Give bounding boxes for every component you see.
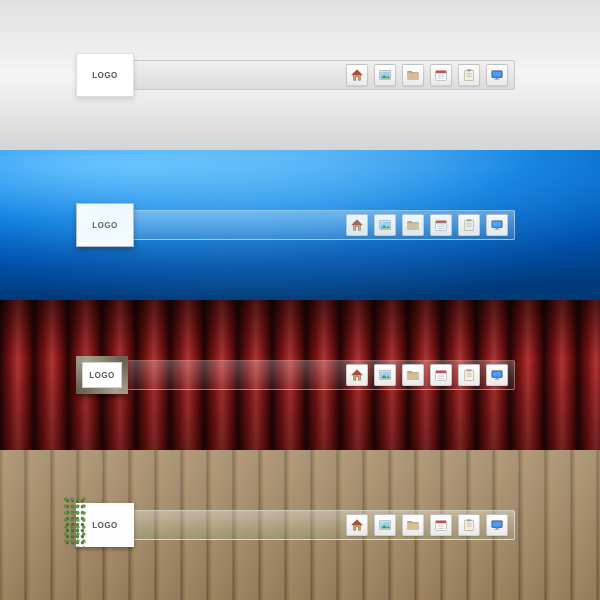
nav-home[interactable]	[346, 364, 368, 386]
monitor-icon	[490, 368, 504, 382]
calendar-icon	[434, 68, 448, 82]
nav-photo[interactable]	[374, 214, 396, 236]
clipboard-icon	[462, 368, 476, 382]
folder-icon	[406, 68, 420, 82]
nav-desktop[interactable]	[486, 214, 508, 236]
nav-photo[interactable]	[374, 514, 396, 536]
showcase-panel-light: LOGO	[0, 0, 600, 150]
nav-home[interactable]	[346, 64, 368, 86]
logo-text: LOGO	[92, 71, 118, 80]
calendar-icon	[434, 518, 448, 532]
navbar: LOGO	[85, 360, 515, 390]
logo-card[interactable]: LOGO	[76, 356, 128, 394]
logo-text: LOGO	[89, 371, 115, 380]
photo-icon	[378, 368, 392, 382]
showcase-panel-blue: LOGO	[0, 150, 600, 300]
navbar: LOGO	[85, 510, 515, 540]
monitor-icon	[490, 218, 504, 232]
nav-folder[interactable]	[402, 214, 424, 236]
photo-icon	[378, 518, 392, 532]
logo-text: LOGO	[92, 221, 118, 230]
nav-desktop[interactable]	[486, 364, 508, 386]
nav-desktop[interactable]	[486, 64, 508, 86]
nav-folder[interactable]	[402, 364, 424, 386]
logo-card[interactable]: LOGO	[76, 203, 134, 247]
calendar-icon	[434, 218, 448, 232]
clipboard-icon	[462, 518, 476, 532]
photo-icon	[378, 218, 392, 232]
nav-photo[interactable]	[374, 64, 396, 86]
nav-desktop[interactable]	[486, 514, 508, 536]
nav-calendar[interactable]	[430, 364, 452, 386]
nav-calendar[interactable]	[430, 64, 452, 86]
nav-home[interactable]	[346, 214, 368, 236]
nav-folder[interactable]	[402, 64, 424, 86]
monitor-icon	[490, 518, 504, 532]
home-icon	[350, 218, 364, 232]
navbar: LOGO	[85, 60, 515, 90]
nav-photo[interactable]	[374, 364, 396, 386]
showcase-panel-curtain: LOGO	[0, 300, 600, 450]
nav-notes[interactable]	[458, 214, 480, 236]
showcase-panel-wood: LOGO	[0, 450, 600, 600]
nav-notes[interactable]	[458, 514, 480, 536]
nav-home[interactable]	[346, 514, 368, 536]
navbar: LOGO	[85, 210, 515, 240]
monitor-icon	[490, 68, 504, 82]
logo-card[interactable]: LOGO	[76, 53, 134, 97]
home-icon	[350, 368, 364, 382]
folder-icon	[406, 518, 420, 532]
folder-icon	[406, 368, 420, 382]
folder-icon	[406, 218, 420, 232]
nav-folder[interactable]	[402, 514, 424, 536]
nav-notes[interactable]	[458, 364, 480, 386]
photo-icon	[378, 68, 392, 82]
calendar-icon	[434, 368, 448, 382]
logo-text: LOGO	[92, 521, 118, 530]
nav-calendar[interactable]	[430, 514, 452, 536]
home-icon	[350, 518, 364, 532]
nav-calendar[interactable]	[430, 214, 452, 236]
home-icon	[350, 68, 364, 82]
clipboard-icon	[462, 68, 476, 82]
nav-notes[interactable]	[458, 64, 480, 86]
logo-card[interactable]: LOGO	[76, 503, 134, 547]
clipboard-icon	[462, 218, 476, 232]
